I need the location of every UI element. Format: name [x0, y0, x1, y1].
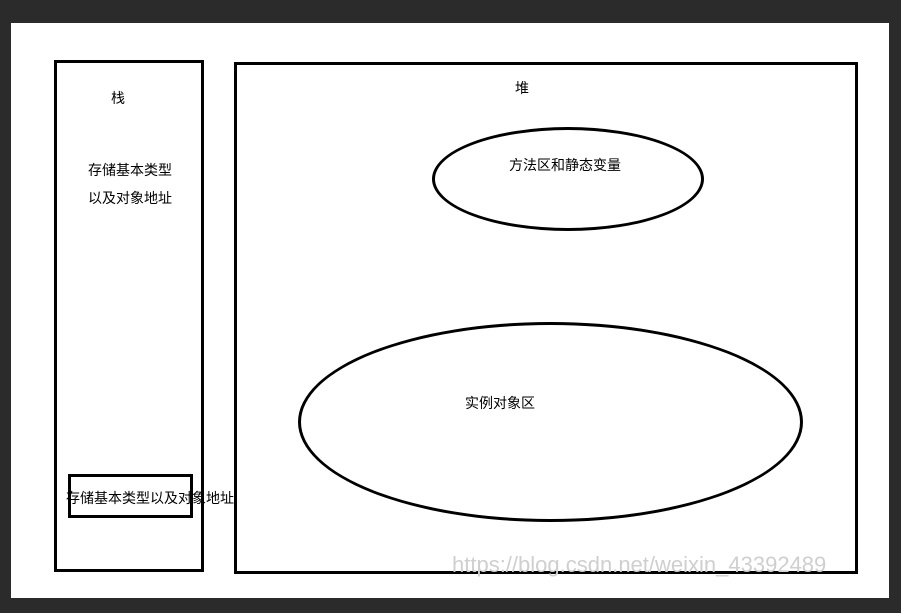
heap-title: 堆: [515, 81, 529, 97]
stack-description: 存储基本类型 以及对象地址: [88, 157, 172, 213]
instance-area-ellipse: [298, 322, 803, 522]
method-area-ellipse: [432, 127, 704, 231]
stack-description-line1: 存储基本类型: [88, 163, 172, 179]
watermark-text: https://blog.csdn.net/weixin_43392489: [452, 552, 827, 577]
instance-area-label: 实例对象区: [465, 396, 535, 412]
stack-slot-label: 存储基本类型以及对象地址: [66, 491, 234, 507]
stack-description-line2: 以及对象地址: [88, 191, 172, 207]
stack-title: 栈: [111, 91, 125, 107]
method-area-label: 方法区和静态变量: [509, 158, 621, 174]
